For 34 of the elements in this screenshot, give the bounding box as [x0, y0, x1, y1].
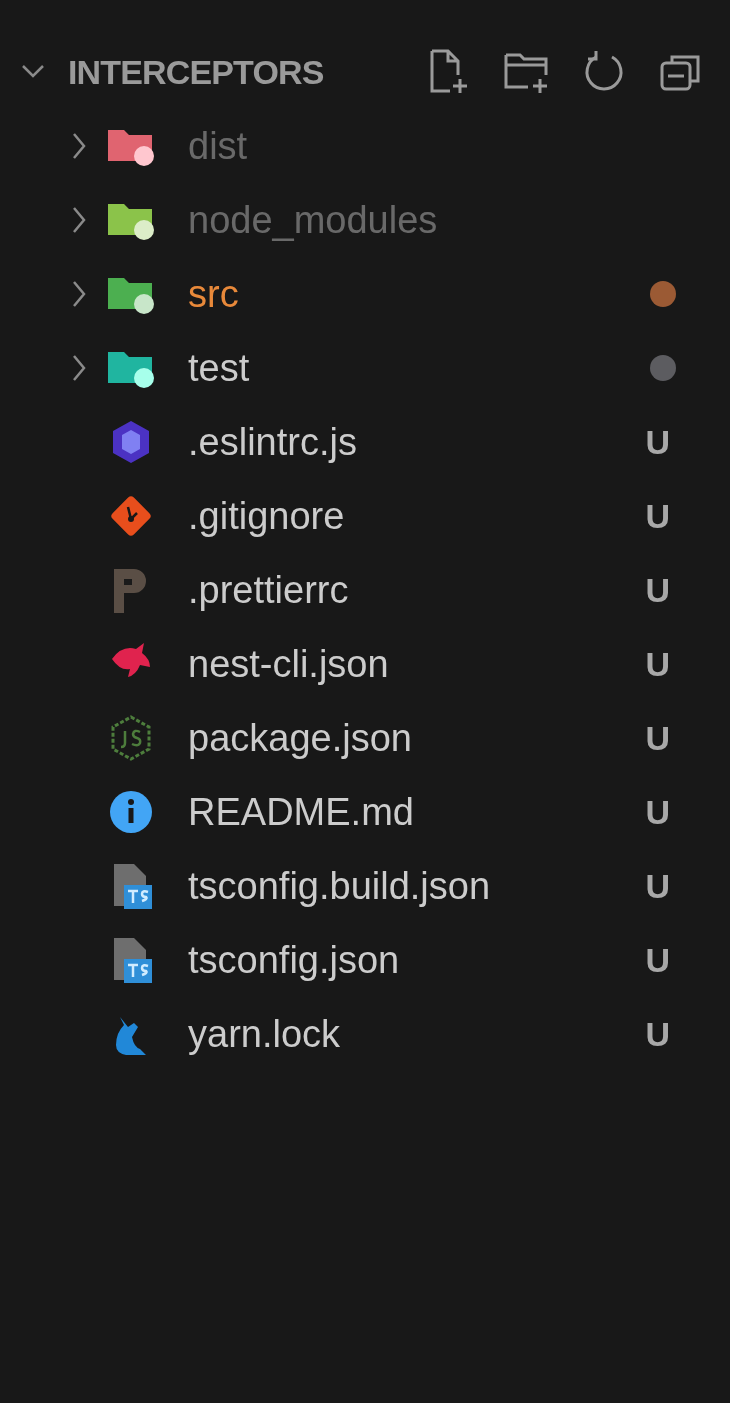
- status-label: U: [645, 421, 670, 463]
- file-name: tsconfig.build.json: [188, 863, 491, 909]
- status-label: U: [645, 717, 670, 759]
- file-name: .gitignore: [188, 493, 345, 539]
- tree-item[interactable]: package.json U: [0, 701, 730, 775]
- file-name: .eslintrc.js: [188, 419, 357, 465]
- status-label: U: [645, 791, 670, 833]
- status-label: U: [645, 643, 670, 685]
- tree-item[interactable]: nest-cli.json U: [0, 627, 730, 701]
- section-title: INTERCEPTORS: [68, 51, 324, 93]
- file-name: package.json: [188, 715, 412, 761]
- file-name: src: [188, 271, 239, 317]
- file-name: yarn.lock: [188, 1011, 341, 1057]
- tree-item[interactable]: test: [0, 331, 730, 405]
- file-name: README.md: [188, 789, 414, 835]
- tree-item[interactable]: .eslintrc.js U: [0, 405, 730, 479]
- tree-item[interactable]: tsconfig.build.json U: [0, 849, 730, 923]
- file-name: tsconfig.json: [188, 937, 400, 983]
- status-label: U: [645, 1013, 670, 1055]
- file-name: test: [188, 345, 250, 391]
- status-label: U: [645, 569, 670, 611]
- status-label: U: [645, 939, 670, 981]
- tree-item[interactable]: src: [0, 257, 730, 331]
- file-name: nest-cli.json: [188, 641, 389, 687]
- file-name: node_modules: [188, 197, 438, 243]
- tree-item[interactable]: tsconfig.json U: [0, 923, 730, 997]
- tree-item[interactable]: yarn.lock U: [0, 997, 730, 1071]
- tree-item[interactable]: README.md U: [0, 775, 730, 849]
- status-label: U: [645, 495, 670, 537]
- tree-item[interactable]: .prettierrc U: [0, 553, 730, 627]
- file-name: .prettierrc: [188, 567, 349, 613]
- status-label: U: [645, 865, 670, 907]
- file-name: dist: [188, 123, 248, 169]
- tree-item[interactable]: .gitignore U: [0, 479, 730, 553]
